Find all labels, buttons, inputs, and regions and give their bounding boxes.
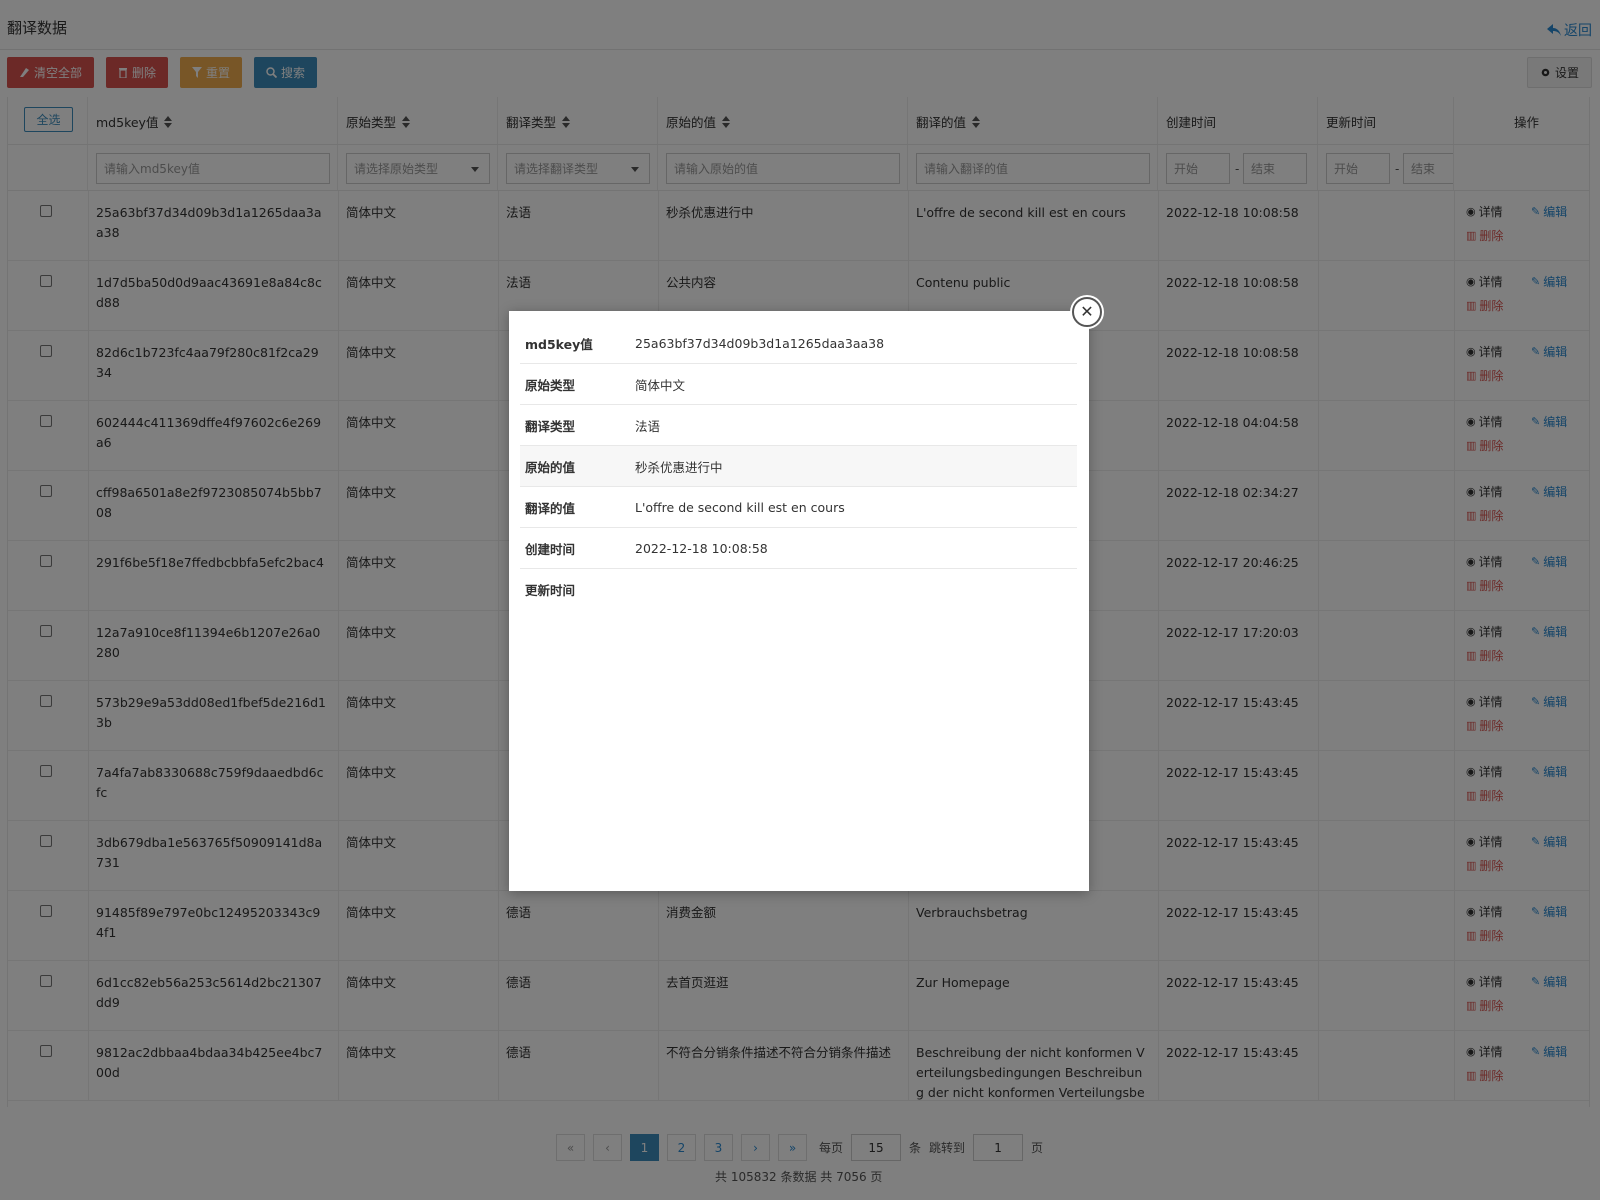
detail-row: 更新时间 <box>520 569 1077 610</box>
detail-modal: md5key值 25a63bf37d34d09b3d1a1265daa3aa38 原… <box>509 311 1089 891</box>
detail-label: 更新时间 <box>525 583 576 598</box>
detail-label: 翻译类型 <box>525 418 576 434</box>
detail-value: L'offre de second kill est en cours <box>635 499 845 515</box>
detail-value: 25a63bf37d34d09b3d1a1265daa3aa38 <box>635 335 885 351</box>
detail-value: 秒杀优惠进行中 <box>635 459 723 475</box>
detail-row: md5key值 25a63bf37d34d09b3d1a1265daa3aa38 <box>520 323 1077 364</box>
modal-close-button[interactable]: ✕ <box>1072 297 1102 327</box>
detail-row: 原始的值 秒杀优惠进行中 <box>520 446 1077 487</box>
detail-table: md5key值 25a63bf37d34d09b3d1a1265daa3aa38 原… <box>520 323 1077 610</box>
detail-row: 创建时间 2022-12-18 10:08:58 <box>520 528 1077 569</box>
detail-label: 翻译的值 <box>525 500 576 516</box>
detail-label: 创建时间 <box>525 541 576 557</box>
detail-label: 原始的值 <box>525 459 576 475</box>
detail-label: md5key值 <box>525 336 593 352</box>
detail-row: 原始类型 简体中文 <box>520 364 1077 405</box>
close-icon: ✕ <box>1080 302 1094 321</box>
detail-label: 原始类型 <box>525 377 576 393</box>
detail-value: 简体中文 <box>635 377 686 393</box>
detail-value: 法语 <box>635 418 661 434</box>
detail-value: 2022-12-18 10:08:58 <box>635 540 768 556</box>
detail-row: 翻译类型 法语 <box>520 405 1077 446</box>
detail-row: 翻译的值 L'offre de second kill est en cours <box>520 487 1077 528</box>
